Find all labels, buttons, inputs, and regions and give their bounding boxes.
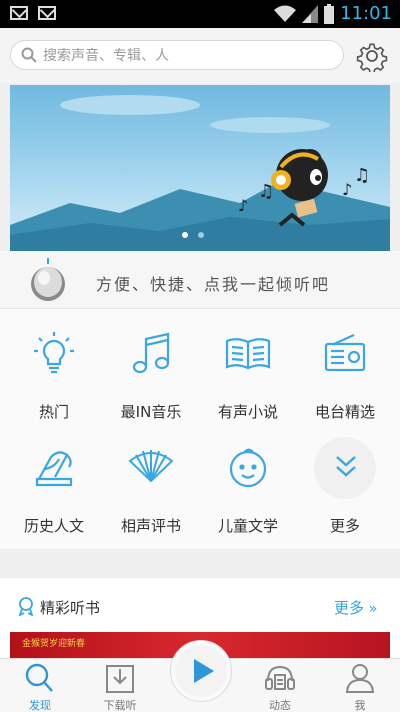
search-icon [21,47,37,63]
category-label: 热门 [38,403,69,421]
search-input[interactable]: 搜索声音、专辑、人 [10,40,344,70]
category-more[interactable]: 更多 [295,423,395,535]
child-face-icon [229,448,267,488]
battery-icon [324,3,335,24]
mail-notification-icon [10,6,28,20]
section-title: 精彩听书 [40,599,101,617]
wifi-icon [274,5,297,22]
nav-activity[interactable]: 动态 [250,659,310,712]
svg-text:♫: ♫ [354,165,370,186]
nav-label: 动态 [269,699,291,712]
search-icon [25,663,53,692]
nav-label: 下载听 [103,699,137,712]
pagination-dot [198,232,204,238]
category-crosstalk[interactable]: 相声评书 [101,423,201,535]
nav-me[interactable]: 我 [330,659,390,712]
nav-label: 我 [354,699,366,712]
play-icon [194,659,214,683]
user-icon [345,664,375,693]
nav-discover[interactable]: 发现 [10,659,70,712]
signal-icon [302,4,319,23]
chevron-double-down-icon [336,456,356,477]
category-label: 电台精选 [314,403,375,421]
category-label: 儿童文学 [217,517,278,535]
gear-icon[interactable] [356,40,388,72]
tuner-hint: 方便、快捷、点我一起倾听吧 [96,275,331,294]
svg-text:♪: ♪ [342,180,352,199]
play-button[interactable] [170,640,232,702]
category-grid: 热门 最IN音乐 有声小说 电台精选 历史人文 相声评书 儿童文学 更多 [0,309,400,549]
chevron-right-icon: » [368,601,378,617]
category-history[interactable]: 历史人文 [4,423,104,535]
download-icon [106,665,134,693]
svg-text:♫: ♫ [258,181,274,202]
search-placeholder: 搜索声音、专辑、人 [43,48,169,64]
section-banner-text: 金猴贺岁迎新春 [22,639,86,649]
banner-illustration: ♪ ♫ ♪ ♫ [10,95,390,251]
category-audiobook[interactable]: 有声小说 [198,309,298,421]
category-label: 最IN音乐 [120,403,182,421]
nav-downloads[interactable]: 下载听 [90,659,150,712]
category-children[interactable]: 儿童文学 [198,423,298,535]
nav-label: 发现 [29,699,51,712]
category-hot[interactable]: 热门 [4,309,104,421]
music-note-icon [132,332,170,374]
promo-banner[interactable]: ♪ ♫ ♪ ♫ [10,85,390,251]
banner-pagination [182,232,204,238]
category-music[interactable]: 最IN音乐 [101,309,201,421]
book-icon [225,338,271,370]
pagination-dot-active [182,232,188,238]
lightbulb-icon [34,332,74,374]
svg-text:♪: ♪ [238,196,248,215]
fan-icon [128,450,174,483]
activity-icon [265,665,295,690]
category-label: 有声小说 [217,403,278,421]
status-bar: 11:01 [0,0,400,28]
clock: 11:01 [340,3,392,24]
category-label: 更多 [329,517,360,535]
tuner-strip[interactable]: 方便、快捷、点我一起倾听吧 [0,251,400,309]
headphones-icon [18,597,34,616]
radio-icon [324,333,366,372]
knob-icon[interactable] [28,258,68,302]
mail-notification-icon [38,6,56,20]
category-label: 历史人文 [23,517,84,535]
category-label: 相声评书 [120,517,181,535]
category-radio[interactable]: 电台精选 [295,309,395,421]
history-books-icon [35,451,73,487]
section-more-link[interactable]: 更多 » [334,597,377,618]
search-header: 搜索声音、专辑、人 [0,28,400,83]
